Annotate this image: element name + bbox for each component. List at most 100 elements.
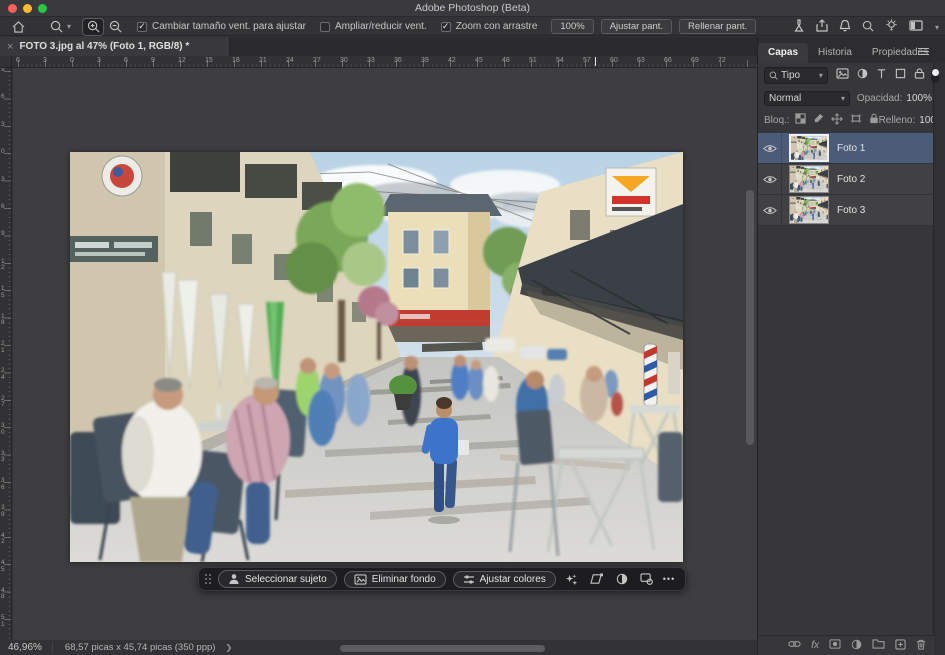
opacity-label: Opacidad: xyxy=(857,93,903,104)
photoshop-window: Adobe Photoshop (Beta) ▾ Cambiar tamaño … xyxy=(0,0,945,655)
vertical-ruler[interactable]: 96303691 21 51 82 12 42 73 03 33 63 94 2… xyxy=(0,68,12,640)
zoom-out-button[interactable] xyxy=(105,19,125,35)
fill-screen-button[interactable]: Rellenar pant. xyxy=(679,19,756,34)
contextual-task-bar: Seleccionar sujeto Eliminar fondo Ajusta… xyxy=(198,567,686,591)
zoom-level-field[interactable]: 46,96% xyxy=(0,642,53,653)
workspace-chevron-icon[interactable]: ▾ xyxy=(935,23,939,32)
add-layer-mask-icon[interactable] xyxy=(829,639,841,652)
new-adjustment-layer-icon[interactable] xyxy=(851,639,862,653)
tab-capas[interactable]: Capas xyxy=(758,43,808,63)
generative-sparkle-icon[interactable] xyxy=(563,573,581,586)
layer-row-foto-2[interactable]: Foto 2 xyxy=(758,164,933,195)
zoom-tool-chevron-icon[interactable]: ▾ xyxy=(67,22,71,31)
status-chevron-icon[interactable]: ❯ xyxy=(215,643,232,652)
zoom-all-windows-label: Ampliar/reducir vent. xyxy=(335,21,427,32)
image-settings-icon[interactable] xyxy=(638,573,656,585)
blend-mode-value: Normal xyxy=(769,93,801,104)
filter-smart-objects-icon[interactable] xyxy=(914,68,925,82)
blend-mode-row: Normal ▾ Opacidad: 100% ▾ xyxy=(758,87,945,109)
layer-thumbnail[interactable] xyxy=(789,134,829,162)
remove-background-label: Eliminar fondo xyxy=(372,574,436,585)
select-subject-label: Seleccionar sujeto xyxy=(245,574,327,585)
document-tab-title: FOTO 3.jpg al 47% (Foto 1, RGB/8) * xyxy=(19,41,189,52)
adjust-colors-button[interactable]: Ajustar colores xyxy=(453,571,556,588)
taskbar-drag-handle[interactable] xyxy=(205,574,211,584)
scrubby-zoom-label: Zoom con arrastre xyxy=(456,21,538,32)
delete-layer-trash-icon[interactable] xyxy=(916,639,926,653)
tab-historia[interactable]: Historia xyxy=(808,43,862,63)
horizontal-scrollbar[interactable] xyxy=(340,645,545,652)
taskbar-more-options-button[interactable]: ••• xyxy=(663,574,675,584)
lock-artboard-icon[interactable] xyxy=(850,113,862,127)
zoom-100-button[interactable]: 100% xyxy=(551,19,593,34)
link-layers-icon[interactable] xyxy=(788,640,801,651)
share-icon[interactable] xyxy=(816,19,828,35)
lock-transparent-pixels-icon[interactable] xyxy=(795,113,806,127)
document-tab[interactable]: × FOTO 3.jpg al 47% (Foto 1, RGB/8) * xyxy=(0,37,230,56)
remove-background-button[interactable]: Eliminar fondo xyxy=(344,571,446,588)
new-group-folder-icon[interactable] xyxy=(872,639,885,652)
horizontal-ruler[interactable]: 6303691215182124273033363942454851545760… xyxy=(12,56,757,68)
layers-panel: Capas Historia Propiedades Tipo ▾ Normal xyxy=(757,37,945,655)
layer-visibility-eye-icon[interactable] xyxy=(758,164,782,194)
filter-adjustment-layers-icon[interactable] xyxy=(857,68,868,82)
layers-panel-footer: fx xyxy=(758,635,934,655)
lock-label: Bloq.: xyxy=(764,115,790,126)
close-tab-icon[interactable]: × xyxy=(7,41,13,53)
blend-mode-select[interactable]: Normal ▾ xyxy=(764,91,850,106)
filter-type-select[interactable]: Tipo ▾ xyxy=(764,67,828,84)
fit-screen-button[interactable]: Ajustar pant. xyxy=(601,19,672,34)
layer-visibility-eye-icon[interactable] xyxy=(758,195,782,225)
vertical-scrollbar[interactable] xyxy=(746,190,754,445)
filter-type-layers-icon[interactable] xyxy=(876,68,887,82)
opacity-value: 100% xyxy=(906,93,932,104)
filter-on-off-toggle[interactable] xyxy=(931,68,939,83)
zoom-all-windows-checkbox[interactable] xyxy=(320,22,330,32)
filter-type-value: Tipo xyxy=(781,70,800,81)
search-icon[interactable] xyxy=(862,20,874,35)
home-button[interactable] xyxy=(8,19,28,35)
panel-tab-bar: Capas Historia Propiedades xyxy=(758,37,945,63)
filter-chevron-icon: ▾ xyxy=(819,71,823,80)
lock-all-icon[interactable] xyxy=(869,113,879,127)
layer-row-foto-1[interactable]: Foto 1 xyxy=(758,133,933,164)
layer-thumbnail[interactable] xyxy=(789,196,829,224)
canvas-pasteboard[interactable]: Seleccionar sujeto Eliminar fondo Ajusta… xyxy=(13,68,757,640)
zoom-in-button[interactable] xyxy=(83,19,103,35)
document-canvas-image[interactable] xyxy=(70,152,683,562)
layer-visibility-eye-icon[interactable] xyxy=(758,133,782,163)
document-tab-strip: × FOTO 3.jpg al 47% (Foto 1, RGB/8) * xyxy=(0,37,757,56)
new-layer-icon[interactable] xyxy=(895,639,906,653)
workspace-switcher-icon[interactable] xyxy=(909,20,923,34)
layer-filter-row: Tipo ▾ xyxy=(758,63,945,87)
select-subject-button[interactable]: Seleccionar sujeto xyxy=(218,570,337,588)
layer-name[interactable]: Foto 3 xyxy=(837,205,865,216)
resize-window-label: Cambiar tamaño vent. para ajustar xyxy=(152,21,306,32)
options-bar: ▾ Cambiar tamaño vent. para ajustar Ampl… xyxy=(0,18,945,36)
adjustment-icon[interactable] xyxy=(613,573,631,585)
blend-mode-chevron-icon: ▾ xyxy=(841,94,845,103)
notifications-bell-icon[interactable] xyxy=(839,19,851,35)
lock-row: Bloq.: Relleno: 100% ▾ xyxy=(758,109,945,131)
scrubby-zoom-checkbox[interactable] xyxy=(441,22,451,32)
window-title: Adobe Photoshop (Beta) xyxy=(0,2,945,14)
lock-image-pixels-icon[interactable] xyxy=(813,113,824,127)
layer-name[interactable]: Foto 1 xyxy=(837,143,865,154)
filter-pixel-layers-icon[interactable] xyxy=(836,68,849,82)
layer-effects-fx-icon[interactable]: fx xyxy=(811,640,819,651)
layer-name[interactable]: Foto 2 xyxy=(837,174,865,185)
adjust-colors-label: Ajustar colores xyxy=(480,574,546,585)
lock-position-icon[interactable] xyxy=(831,113,843,128)
panel-menu-icon[interactable] xyxy=(918,46,929,57)
discover-tips-icon[interactable] xyxy=(885,19,898,35)
resize-window-checkbox[interactable] xyxy=(137,22,147,32)
titlebar: Adobe Photoshop (Beta) xyxy=(0,0,945,17)
zoom-tool-icon[interactable] xyxy=(46,19,66,35)
layer-thumbnail[interactable] xyxy=(789,165,829,193)
document-info: 68,57 picas x 45,74 picas (350 ppp) xyxy=(53,642,216,653)
beta-flask-icon[interactable] xyxy=(793,19,805,35)
transform-icon[interactable] xyxy=(588,573,606,585)
ruler-origin-corner[interactable] xyxy=(0,56,12,68)
filter-shape-layers-icon[interactable] xyxy=(895,68,906,82)
layer-row-foto-3[interactable]: Foto 3 xyxy=(758,195,933,226)
